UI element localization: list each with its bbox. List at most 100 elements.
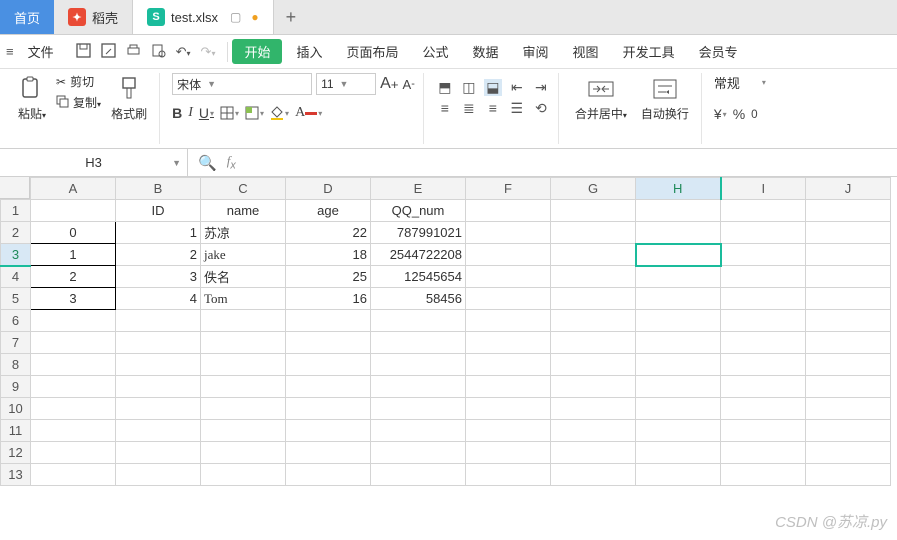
cell[interactable]: Tom — [201, 288, 286, 310]
cut-button[interactable]: ✂剪切 — [56, 73, 101, 90]
cell[interactable] — [466, 354, 551, 376]
cell[interactable] — [31, 354, 116, 376]
cell[interactable]: 25 — [286, 266, 371, 288]
cell[interactable] — [721, 376, 806, 398]
cell[interactable] — [31, 310, 116, 332]
cell[interactable]: 1 — [116, 222, 201, 244]
cell[interactable] — [721, 288, 806, 310]
cell[interactable]: QQ_num — [371, 200, 466, 222]
cell[interactable] — [116, 442, 201, 464]
indent-decrease-icon[interactable]: ⇤ — [508, 79, 526, 96]
cell[interactable] — [116, 332, 201, 354]
cell[interactable] — [636, 464, 721, 486]
cell[interactable] — [721, 244, 806, 266]
cell[interactable] — [721, 442, 806, 464]
cell[interactable] — [371, 376, 466, 398]
cell[interactable] — [551, 464, 636, 486]
cell[interactable] — [286, 398, 371, 420]
menu-data[interactable]: 数据 — [463, 38, 509, 65]
cell[interactable] — [551, 288, 636, 310]
row-header[interactable]: 7 — [1, 332, 31, 354]
cell[interactable] — [721, 420, 806, 442]
cell[interactable]: 2 — [31, 266, 116, 288]
menu-file[interactable]: 文件 — [18, 38, 64, 65]
cell[interactable] — [286, 442, 371, 464]
cell[interactable] — [31, 442, 116, 464]
cell[interactable] — [201, 376, 286, 398]
cell[interactable] — [201, 354, 286, 376]
cell[interactable] — [466, 442, 551, 464]
print-icon[interactable] — [126, 43, 141, 61]
cell[interactable] — [466, 222, 551, 244]
cell[interactable] — [721, 464, 806, 486]
cell[interactable] — [806, 376, 891, 398]
col-header[interactable]: B — [116, 178, 201, 200]
row-header[interactable]: 6 — [1, 310, 31, 332]
cell[interactable] — [116, 354, 201, 376]
row-header[interactable]: 2 — [1, 222, 31, 244]
currency-button[interactable]: ¥▾ — [714, 106, 727, 122]
cell[interactable] — [721, 310, 806, 332]
cell[interactable] — [551, 310, 636, 332]
italic-button[interactable]: I — [188, 105, 193, 121]
col-header[interactable]: I — [721, 178, 806, 200]
cell[interactable] — [201, 398, 286, 420]
cell[interactable] — [31, 464, 116, 486]
cell[interactable] — [806, 288, 891, 310]
cell[interactable] — [116, 310, 201, 332]
align-bottom-icon[interactable]: ⬓ — [484, 79, 502, 96]
name-box[interactable]: H3 ▼ — [0, 149, 188, 176]
menu-member[interactable]: 会员专 — [689, 38, 748, 65]
cell[interactable] — [806, 442, 891, 464]
col-header[interactable]: J — [806, 178, 891, 200]
cell[interactable] — [636, 266, 721, 288]
cell[interactable] — [636, 420, 721, 442]
row-header[interactable]: 3 — [1, 244, 31, 266]
cell[interactable] — [806, 420, 891, 442]
fx-icon[interactable]: fx — [227, 153, 236, 172]
font-name-select[interactable]: 宋体▼ — [172, 73, 312, 95]
cell[interactable] — [286, 376, 371, 398]
hamburger-icon[interactable]: ≡ — [6, 44, 14, 59]
cell[interactable] — [721, 200, 806, 222]
orientation-icon[interactable]: ⟲ — [532, 100, 550, 117]
cell[interactable] — [201, 442, 286, 464]
cell[interactable] — [201, 464, 286, 486]
format-painter-button[interactable]: 格式刷 — [107, 73, 151, 124]
cell[interactable]: 0 — [31, 222, 116, 244]
number-format-select[interactable]: 常规▾ — [714, 73, 766, 92]
cell[interactable]: 12545654 — [371, 266, 466, 288]
bold-button[interactable]: B — [172, 105, 182, 121]
cell[interactable] — [551, 200, 636, 222]
cell[interactable] — [466, 332, 551, 354]
menu-page-layout[interactable]: 页面布局 — [336, 38, 408, 65]
cell[interactable] — [721, 222, 806, 244]
cell[interactable] — [551, 420, 636, 442]
cell[interactable]: 1 — [31, 244, 116, 266]
col-header[interactable]: C — [201, 178, 286, 200]
cell[interactable] — [806, 354, 891, 376]
row-header[interactable]: 13 — [1, 464, 31, 486]
align-right-icon[interactable]: ≡ — [484, 100, 502, 117]
cell[interactable] — [31, 376, 116, 398]
cell[interactable] — [636, 288, 721, 310]
select-all-corner[interactable] — [0, 177, 30, 199]
menu-formulas[interactable]: 公式 — [413, 38, 459, 65]
cell[interactable]: age — [286, 200, 371, 222]
indent-increase-icon[interactable]: ⇥ — [532, 79, 550, 96]
merge-center-button[interactable]: 合并居中▾ — [571, 73, 631, 124]
tab-home[interactable]: 首页 — [0, 0, 54, 34]
cell[interactable] — [116, 464, 201, 486]
cell[interactable]: 787991021 — [371, 222, 466, 244]
cell[interactable] — [31, 398, 116, 420]
cell[interactable] — [116, 420, 201, 442]
cell[interactable]: 苏凉 — [201, 222, 286, 244]
cell[interactable] — [466, 464, 551, 486]
font-size-select[interactable]: 11▼ — [316, 73, 376, 95]
row-header[interactable]: 8 — [1, 354, 31, 376]
underline-button[interactable]: U▾ — [199, 105, 214, 121]
tab-docer[interactable]: ✦ 稻壳 — [54, 0, 133, 34]
row-header[interactable]: 1 — [1, 200, 31, 222]
cell[interactable] — [721, 354, 806, 376]
align-center-icon[interactable]: ≣ — [460, 100, 478, 117]
